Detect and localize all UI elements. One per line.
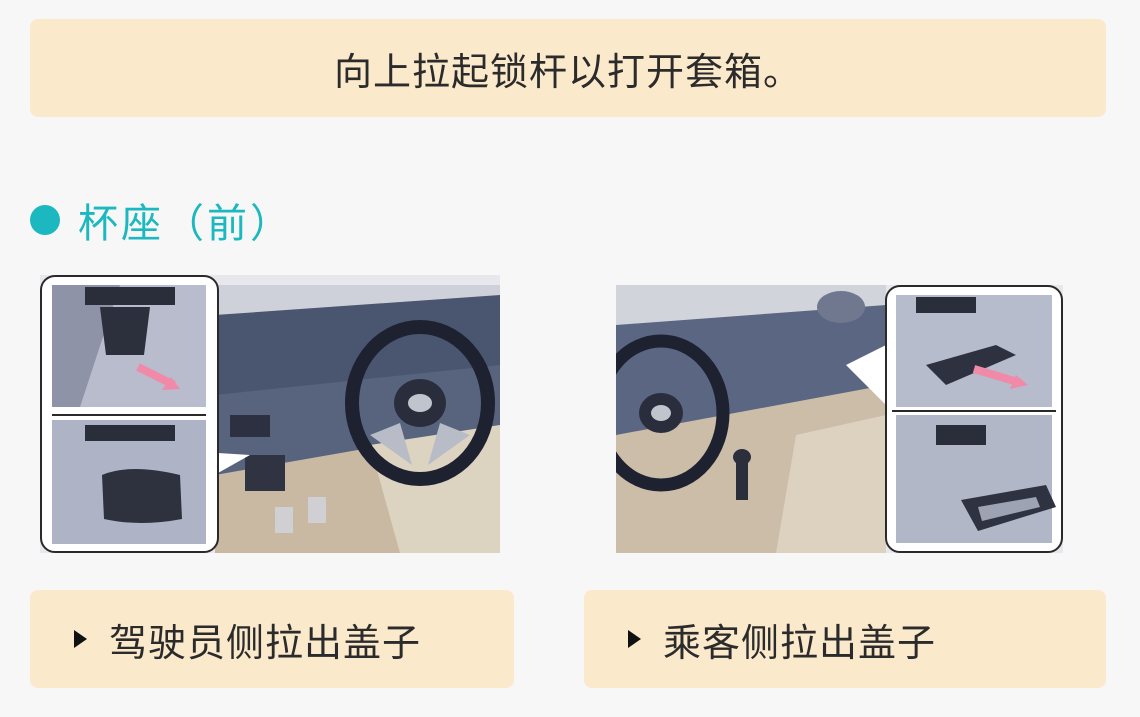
play-triangle-icon xyxy=(74,630,87,648)
page: 向上拉起锁杆以打开套箱。 杯座（前） 驾驶员侧拉出盖子 乘客侧拉出盖子 xyxy=(0,0,1140,717)
play-triangle-icon xyxy=(628,630,641,648)
passenger-side-illustration xyxy=(616,285,1063,553)
section-header: 杯座（前） xyxy=(30,192,293,248)
section-title: 杯座（前） xyxy=(78,201,293,247)
driver-caption: 驾驶员侧拉出盖子 xyxy=(30,590,514,688)
instruction-banner: 向上拉起锁杆以打开套箱。 xyxy=(30,19,1106,117)
driver-side-illustration xyxy=(40,275,500,553)
passenger-caption: 乘客侧拉出盖子 xyxy=(584,590,1106,688)
circle-bullet-icon xyxy=(30,205,60,235)
passenger-caption-text: 乘客侧拉出盖子 xyxy=(663,620,937,665)
driver-caption-text: 驾驶员侧拉出盖子 xyxy=(109,620,422,665)
instruction-text: 向上拉起锁杆以打开套箱。 xyxy=(333,49,802,94)
